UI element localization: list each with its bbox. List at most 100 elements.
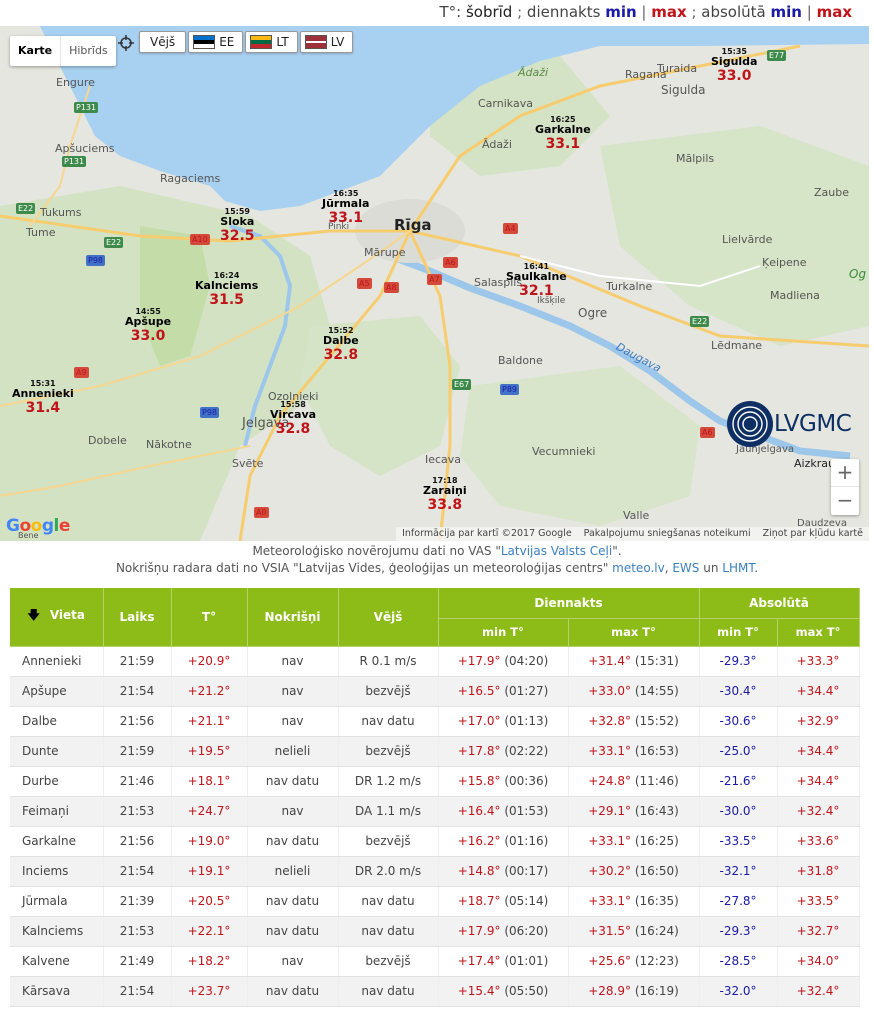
station-marker[interactable]: 15:59 Sloka 32.5 bbox=[220, 207, 255, 244]
estonia-flag-icon bbox=[193, 35, 216, 49]
place-label: Sigulda bbox=[661, 83, 706, 97]
daily-max-value: +33.1° bbox=[588, 744, 631, 758]
cell-daily-min: +17.9° (06:20) bbox=[438, 916, 569, 947]
station-marker[interactable]: 15:58 Vircava 32.8 bbox=[270, 400, 316, 437]
table-row: Inciems 21:54 +19.1° nelieli DR 2.0 m/s +14.8… bbox=[10, 856, 860, 887]
road-shield: A4 bbox=[503, 223, 518, 234]
table-row: Feimaņi 21:53 +24.7° nav DA 1.1 m/s +16.4° (0… bbox=[10, 796, 860, 827]
cell-daily-min: +18.7° (05:14) bbox=[438, 886, 569, 917]
cell-daily-min: +16.5° (01:27) bbox=[438, 676, 569, 707]
map-type-hibrids-button[interactable]: Hibrīds bbox=[61, 36, 116, 66]
weather-map[interactable]: Karte Hibrīds Vējš EE LT LV Engure Apšuc… bbox=[0, 26, 869, 541]
place-label: Svēte bbox=[232, 457, 264, 470]
cell-laiks: 21:46 bbox=[103, 766, 172, 797]
column-header-abs-max[interactable]: max T° bbox=[777, 618, 860, 647]
cell-daily-max: +28.9° (16:19) bbox=[568, 976, 700, 1007]
column-header-label: Vieta bbox=[49, 608, 85, 623]
lhmt-link[interactable]: LHMT bbox=[722, 561, 754, 575]
daily-max-value: +30.2° bbox=[588, 864, 631, 878]
column-header-temp[interactable]: T° bbox=[171, 588, 248, 647]
cell-daily-min: +15.8° (00:36) bbox=[438, 766, 569, 797]
road-shield: P98 bbox=[86, 255, 106, 266]
column-header-wind[interactable]: Vējš bbox=[338, 588, 439, 647]
station-marker[interactable]: 14:55 Apšupe 33.0 bbox=[125, 307, 171, 344]
cell-abs-max: +31.8° bbox=[777, 856, 860, 887]
station-marker[interactable]: 15:35 Sigulda 33.0 bbox=[711, 47, 757, 84]
station-marker[interactable]: 16:24 Kalnciems 31.5 bbox=[195, 271, 258, 308]
daily-max-value: +33.1° bbox=[588, 894, 631, 908]
station-marker[interactable]: 16:41 Saulkalne 32.1 bbox=[506, 262, 567, 299]
column-header-daily-max[interactable]: max T° bbox=[568, 618, 700, 647]
latvia-layer-button[interactable]: LV bbox=[299, 31, 354, 53]
column-header-laiks[interactable]: Laiks bbox=[103, 588, 172, 647]
cell-vieta: Apšupe bbox=[10, 676, 104, 707]
place-label: Engure bbox=[56, 76, 95, 89]
zoom-in-button[interactable]: + bbox=[831, 459, 859, 487]
google-logo-letter: G bbox=[6, 516, 20, 536]
map-type-karte-button[interactable]: Karte bbox=[10, 36, 62, 66]
terms-link[interactable]: Pakalpojumu sniegšanas noteikumi bbox=[584, 527, 751, 541]
place-label: Apšuciems bbox=[55, 142, 115, 155]
estonia-layer-button[interactable]: EE bbox=[188, 31, 244, 53]
place-label: Mārupe bbox=[364, 246, 406, 259]
zoom-out-button[interactable]: − bbox=[831, 487, 859, 515]
ews-link[interactable]: EWS bbox=[672, 561, 699, 575]
cell-vieta: Jūrmala bbox=[10, 886, 104, 917]
station-marker[interactable]: 15:52 Dalbe 32.8 bbox=[323, 326, 359, 363]
locate-icon[interactable] bbox=[118, 35, 134, 51]
daily-min-time: (04:20) bbox=[504, 654, 549, 668]
lithuania-layer-button[interactable]: LT bbox=[245, 31, 298, 53]
place-label: Og bbox=[849, 267, 867, 281]
layer-buttons: Vējš EE LT LV bbox=[139, 31, 354, 53]
station-name: Saulkalne bbox=[506, 270, 567, 283]
cell-daily-min: +15.4° (05:50) bbox=[438, 976, 569, 1007]
station-marker[interactable]: 16:35 Jūrmala 33.1 bbox=[322, 189, 369, 226]
place-label: Madliena bbox=[770, 289, 820, 302]
cell-abs-min: -25.0° bbox=[699, 736, 778, 767]
cell-precip: nav bbox=[247, 796, 339, 827]
legend-absolute-min: min bbox=[770, 3, 802, 21]
column-group-daily: Diennakts bbox=[438, 588, 700, 619]
cell-daily-min: +17.4° (01:01) bbox=[438, 946, 569, 977]
place-label: Tukums bbox=[40, 206, 82, 219]
latvia-label: LV bbox=[330, 35, 345, 49]
place-label: Zaube bbox=[814, 186, 849, 199]
meteo-lv-link[interactable]: meteo.lv bbox=[612, 561, 665, 575]
station-name: Zaraiņi bbox=[423, 484, 467, 497]
station-marker[interactable]: 15:31 Annenieki 31.4 bbox=[12, 379, 74, 416]
wind-layer-button[interactable]: Vējš bbox=[139, 31, 187, 53]
column-header-abs-min[interactable]: min T° bbox=[699, 618, 778, 647]
report-error-link[interactable]: Ziņot par kļūdu kartē bbox=[763, 527, 863, 541]
cell-daily-min: +14.8° (00:17) bbox=[438, 856, 569, 887]
column-header-vieta[interactable]: 🡇 Vieta bbox=[10, 588, 104, 647]
daily-max-value: +24.8° bbox=[588, 774, 631, 788]
daily-max-time: (16:24) bbox=[634, 924, 679, 938]
station-temperature: 32.8 bbox=[323, 347, 359, 363]
column-header-precip[interactable]: Nokrišņi bbox=[247, 588, 339, 647]
table-row: Annenieki 21:59 +20.9° nav R 0.1 m/s +17.9° (… bbox=[10, 646, 860, 677]
table-row: Apšupe 21:54 +21.2° nav bezvējš +16.5° (01:27… bbox=[10, 676, 860, 707]
lvc-link[interactable]: Latvijas Valsts Ceļi bbox=[501, 544, 612, 558]
cell-precip: nav datu bbox=[247, 916, 339, 947]
daily-max-time: (15:31) bbox=[634, 654, 679, 668]
cell-daily-max: +24.8° (11:46) bbox=[568, 766, 700, 797]
station-marker[interactable]: 17:18 Zaraiņi 33.8 bbox=[423, 476, 467, 513]
station-marker[interactable]: 16:25 Garkalne 33.1 bbox=[535, 115, 591, 152]
table-row: Durbe 21:46 +18.1° nav datu DR 1.2 m/s +15.8°… bbox=[10, 766, 860, 797]
road-shield: E67 bbox=[452, 379, 472, 390]
column-header-daily-min[interactable]: min T° bbox=[438, 618, 569, 647]
info-text: Nokrišņu radara dati no VSIA "Latvijas V… bbox=[115, 561, 613, 575]
cell-vieta: Kalvene bbox=[10, 946, 104, 977]
legend-separator: | bbox=[801, 3, 817, 21]
cell-wind: bezvējš bbox=[338, 736, 439, 767]
lvgmc-logo: LVGMC bbox=[726, 399, 852, 449]
cell-abs-max: +32.4° bbox=[777, 976, 860, 1007]
table-row: Kalnciems 21:53 +22.1° nav datu nav datu +17.… bbox=[10, 916, 860, 947]
cell-daily-min: +16.4° (01:53) bbox=[438, 796, 569, 827]
cell-abs-max: +34.4° bbox=[777, 766, 860, 797]
place-label: Ādaži bbox=[518, 66, 549, 79]
temperature-legend: T°: šobrīd ; diennakts min | max ; absol… bbox=[439, 3, 852, 21]
cell-wind: DR 2.0 m/s bbox=[338, 856, 439, 887]
road-shield: P98 bbox=[200, 407, 220, 418]
daily-max-value: +33.0° bbox=[588, 684, 631, 698]
